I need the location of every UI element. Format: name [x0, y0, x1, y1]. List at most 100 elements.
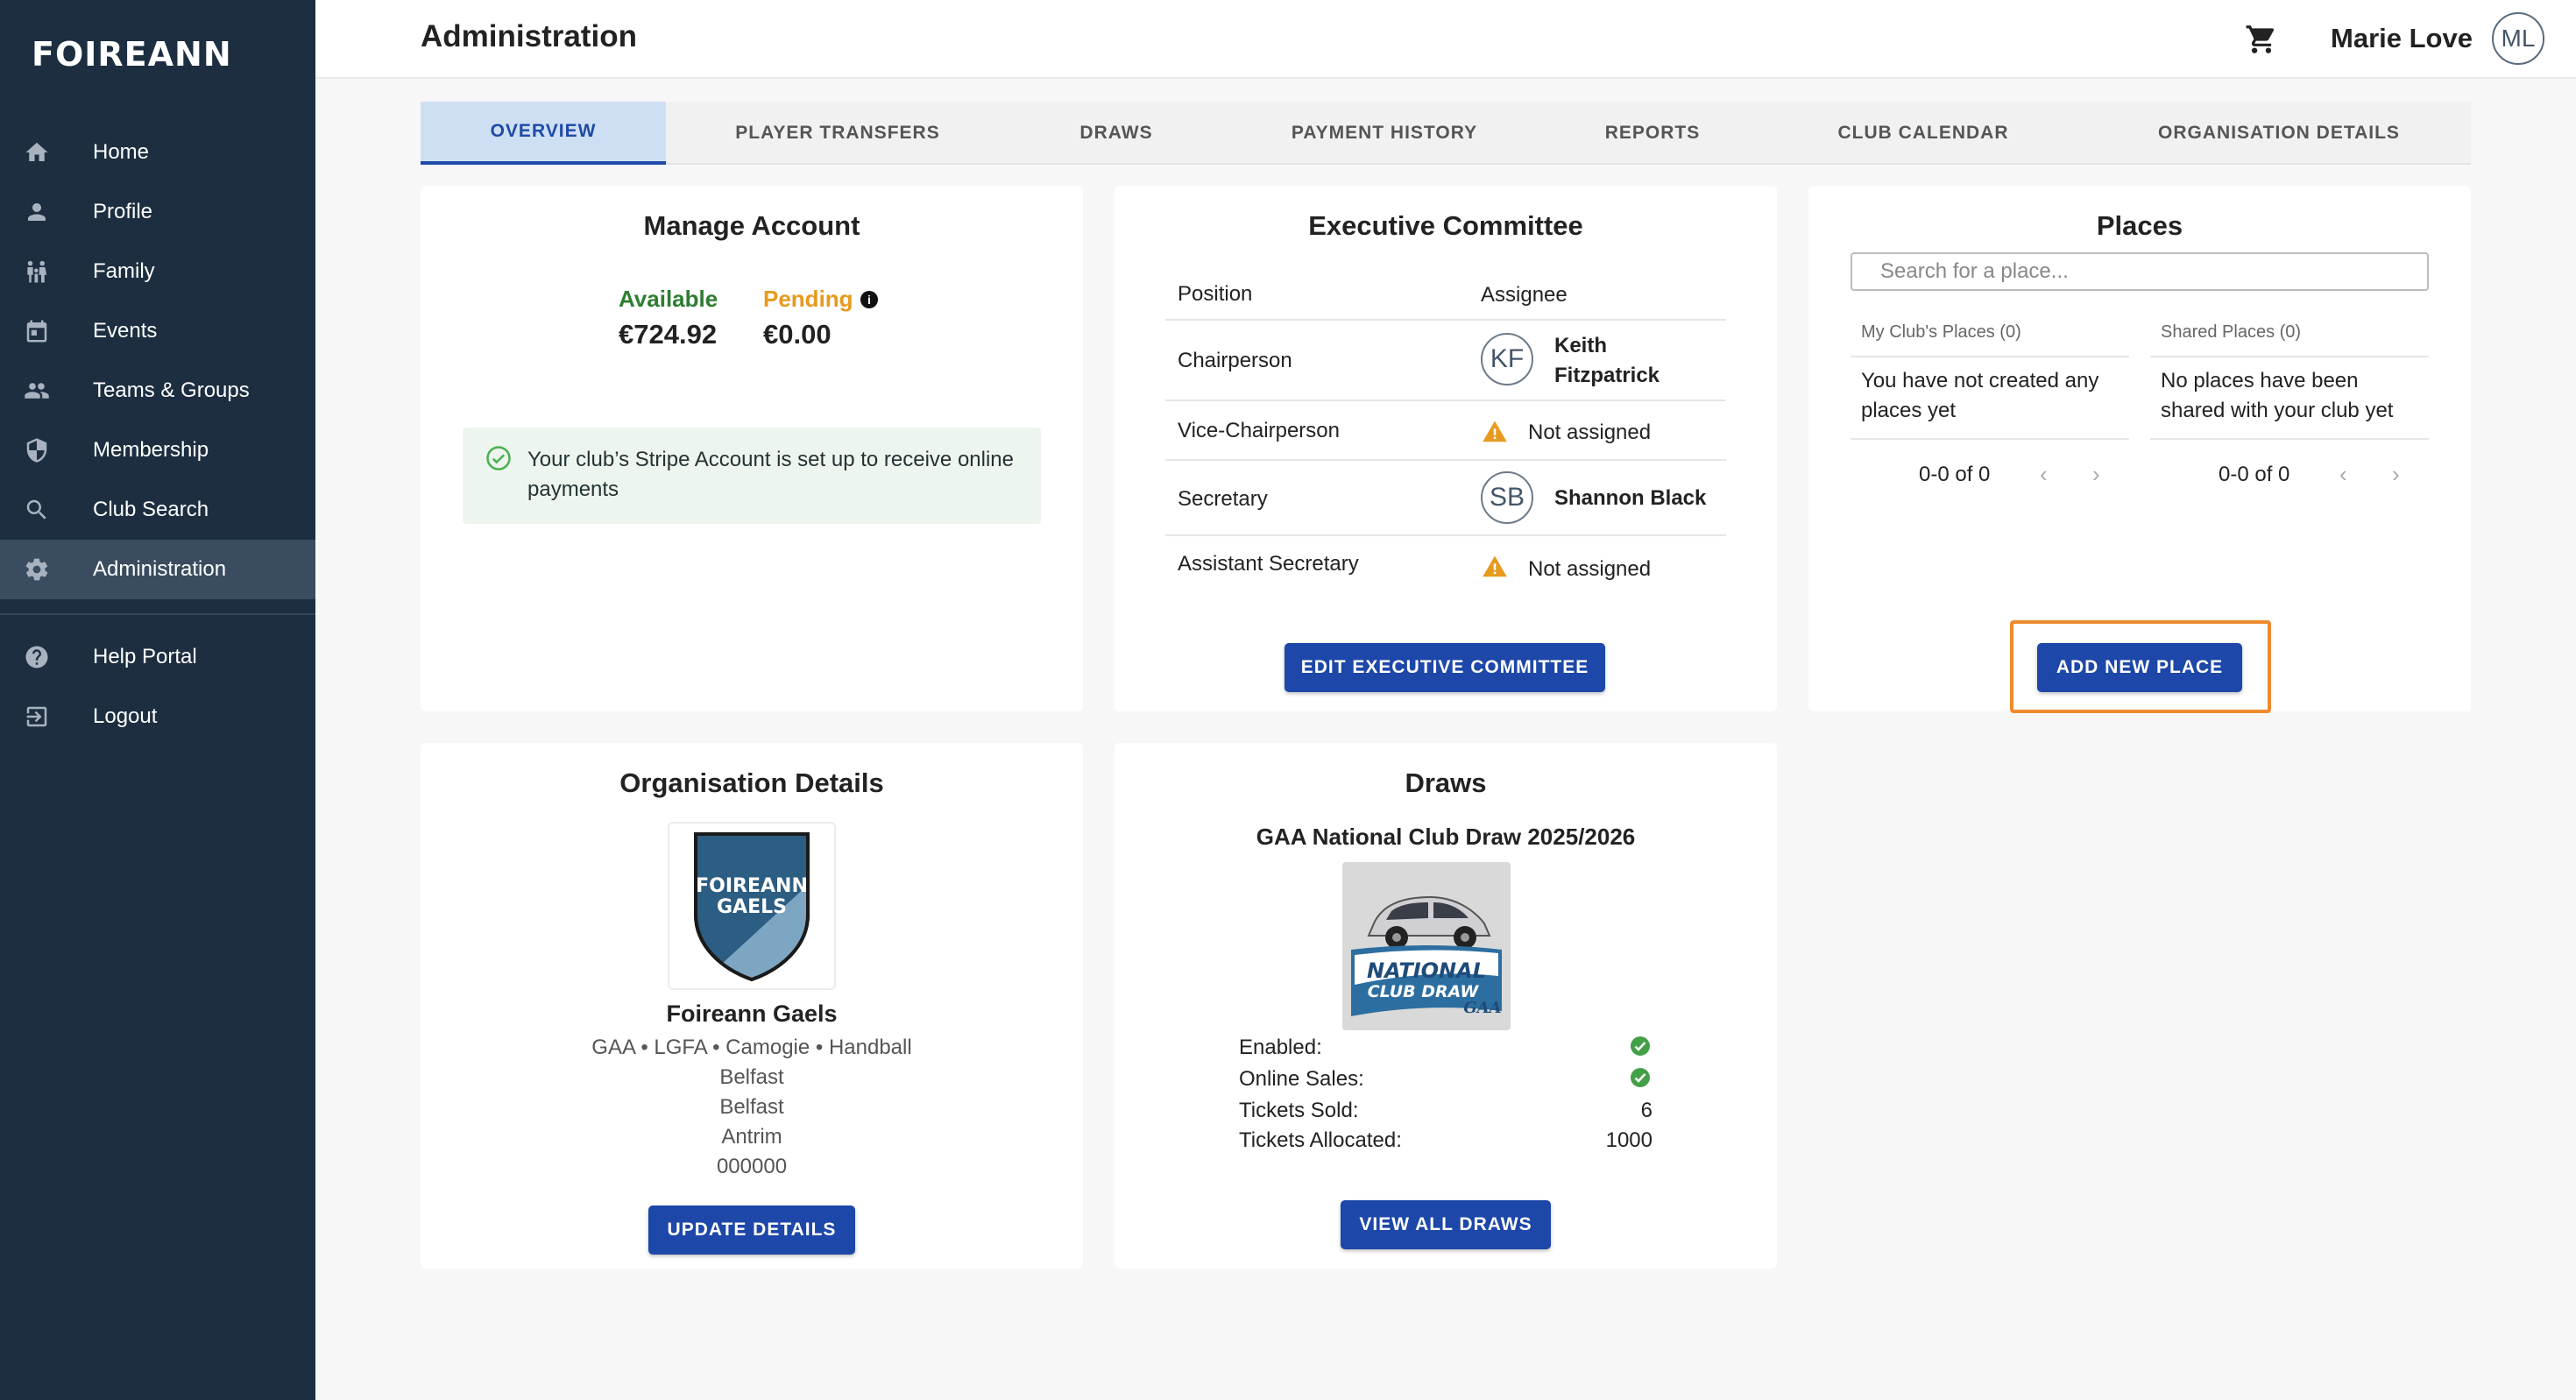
club-name: Foireann Gaels [666, 1001, 838, 1027]
check-circle-icon [1631, 1068, 1650, 1087]
organisation-details-card: Organisation Details FOIREANN GAELS Foir… [421, 743, 1083, 1269]
draws-title: Draws [1405, 767, 1487, 798]
position-cell: Vice-Chairperson [1178, 419, 1340, 442]
tickets-sold-label: Tickets Sold: [1239, 1099, 1359, 1122]
sidebar-item-events[interactable]: Events [0, 301, 315, 361]
sidebar-item-club-search[interactable]: Club Search [0, 480, 315, 540]
available-label: Available [619, 286, 718, 312]
check-circle-icon [1631, 1036, 1650, 1056]
sidebar-item-family[interactable]: Family [0, 242, 315, 301]
executive-committee-title: Executive Committee [1308, 210, 1583, 241]
chevron-left-icon[interactable]: ‹ [2040, 461, 2048, 488]
tickets-allocated-value: 1000 [1605, 1128, 1652, 1152]
sidebar-item-profile[interactable]: Profile [0, 182, 315, 242]
logout-icon [23, 703, 51, 731]
assignee-avatar: SB [1481, 471, 1533, 524]
organisation-details-title: Organisation Details [619, 767, 884, 798]
warning-icon [1483, 421, 1507, 442]
sidebar: FOIREANN Home Profile Family Events Team… [0, 0, 315, 1400]
table-row[interactable]: Secretary SB Shannon Black [1165, 461, 1726, 536]
shield-icon [23, 436, 51, 464]
chevron-left-icon[interactable]: ‹ [2339, 461, 2347, 488]
sidebar-item-help-portal[interactable]: Help Portal [0, 627, 315, 687]
user-avatar[interactable]: ML [2492, 12, 2544, 65]
sidebar-item-home[interactable]: Home [0, 123, 315, 182]
edit-executive-committee-button[interactable]: EDIT EXECUTIVE COMMITTEE [1284, 643, 1605, 692]
table-header-row: Position Assignee [1165, 265, 1726, 321]
tab-draws[interactable]: DRAWS [1009, 102, 1223, 165]
my-places-header: My Club's Places (0) [1861, 322, 2021, 342]
places-title: Places [2096, 210, 2183, 241]
column-header-position: Position [1178, 282, 1253, 306]
admin-tabs: OVERVIEW PLAYER TRANSFERS DRAWS PAYMENT … [421, 102, 2471, 165]
tab-payment-history[interactable]: PAYMENT HISTORY [1223, 102, 1546, 165]
assignee-name: Keith Fitzpatrick [1554, 334, 1660, 387]
view-all-draws-button[interactable]: VIEW ALL DRAWS [1341, 1200, 1551, 1249]
cart-icon[interactable] [2245, 23, 2278, 56]
club-codes: GAA • LGFA • Camogie • Handball [591, 1036, 912, 1059]
check-circle-icon [486, 446, 511, 470]
sidebar-item-label: Administration [93, 557, 227, 581]
shared-places-pagination: 0-0 of 0 [2219, 463, 2290, 486]
sidebar-item-label: Home [93, 140, 150, 164]
online-sales-label: Online Sales: [1239, 1067, 1364, 1091]
sidebar-item-label: Membership [93, 438, 209, 462]
family-icon [23, 258, 51, 286]
crest-text-line1: FOIREANN [696, 875, 808, 897]
postcode: 000000 [716, 1155, 788, 1178]
chevron-right-icon[interactable]: › [2392, 461, 2400, 488]
search-icon [23, 496, 51, 524]
crest-text-line2: GAELS [717, 896, 787, 918]
tab-player-transfers[interactable]: PLAYER TRANSFERS [666, 102, 1009, 165]
help-icon [23, 643, 51, 671]
available-value: €724.92 [619, 319, 718, 350]
sidebar-item-label: Club Search [93, 498, 209, 521]
divider [1851, 438, 2129, 440]
position-cell: Secretary [1178, 487, 1268, 511]
address-line-2: Belfast [719, 1095, 784, 1119]
stripe-status-alert: Your club’s Stripe Account is set up to … [463, 428, 1041, 524]
sidebar-divider [0, 613, 315, 615]
draws-card: Draws GAA National Club Draw 2025/2026 N… [1115, 743, 1777, 1269]
sidebar-item-administration[interactable]: Administration [0, 540, 315, 599]
tab-reports[interactable]: REPORTS [1546, 102, 1759, 165]
draw-image-mark: GAA [1463, 999, 1501, 1017]
tab-organisation-details[interactable]: ORGANISATION DETAILS [2087, 102, 2471, 165]
calendar-icon [23, 317, 51, 345]
manage-account-title: Manage Account [643, 210, 860, 241]
shared-places-empty-text: No places have been shared with your clu… [2161, 369, 2394, 422]
warning-icon [1483, 555, 1507, 577]
table-row[interactable]: Vice-Chairperson Not assigned [1165, 401, 1726, 461]
table-row[interactable]: Chairperson KF Keith Fitzpatrick [1165, 321, 1726, 401]
crest-shield-icon: FOIREANN GAELS [694, 832, 810, 982]
info-icon[interactable]: i [860, 291, 878, 308]
place-search-input[interactable]: Search for a place... [1851, 252, 2429, 291]
chevron-right-icon[interactable]: › [2092, 461, 2100, 488]
pending-label: Pending [763, 286, 853, 312]
divider [2150, 356, 2429, 357]
sidebar-item-logout[interactable]: Logout [0, 687, 315, 746]
page-title: Administration [421, 19, 637, 53]
user-name[interactable]: Marie Love [2331, 23, 2473, 54]
tickets-sold-value: 6 [1640, 1099, 1652, 1122]
tab-club-calendar[interactable]: CLUB CALENDAR [1759, 102, 2087, 165]
manage-account-card: Manage Account Available €724.92 Pending… [421, 186, 1083, 711]
table-row[interactable]: Assistant Secretary Not assigned [1165, 536, 1726, 594]
position-cell: Assistant Secretary [1178, 552, 1359, 576]
my-places-empty-text: You have not created any places yet [1861, 369, 2099, 422]
draw-image: NATIONAL CLUB DRAW GAA [1342, 862, 1511, 1030]
club-crest: FOIREANN GAELS [668, 822, 836, 990]
draw-image-text-line2: CLUB DRAW [1368, 982, 1480, 1001]
assignee-status: Not assigned [1528, 557, 1652, 581]
tab-overview[interactable]: OVERVIEW [421, 102, 666, 165]
assignee-avatar: KF [1481, 333, 1533, 385]
sidebar-item-label: Help Portal [93, 645, 197, 668]
sidebar-item-label: Family [93, 259, 155, 283]
sidebar-item-membership[interactable]: Membership [0, 421, 315, 480]
sidebar-item-label: Profile [93, 200, 153, 223]
group-icon [23, 377, 51, 405]
sidebar-item-teams-groups[interactable]: Teams & Groups [0, 361, 315, 421]
assignee-name: Shannon Black [1554, 486, 1707, 510]
update-details-button[interactable]: UPDATE DETAILS [648, 1206, 855, 1255]
brand-logo[interactable]: FOIREANN [32, 35, 232, 74]
